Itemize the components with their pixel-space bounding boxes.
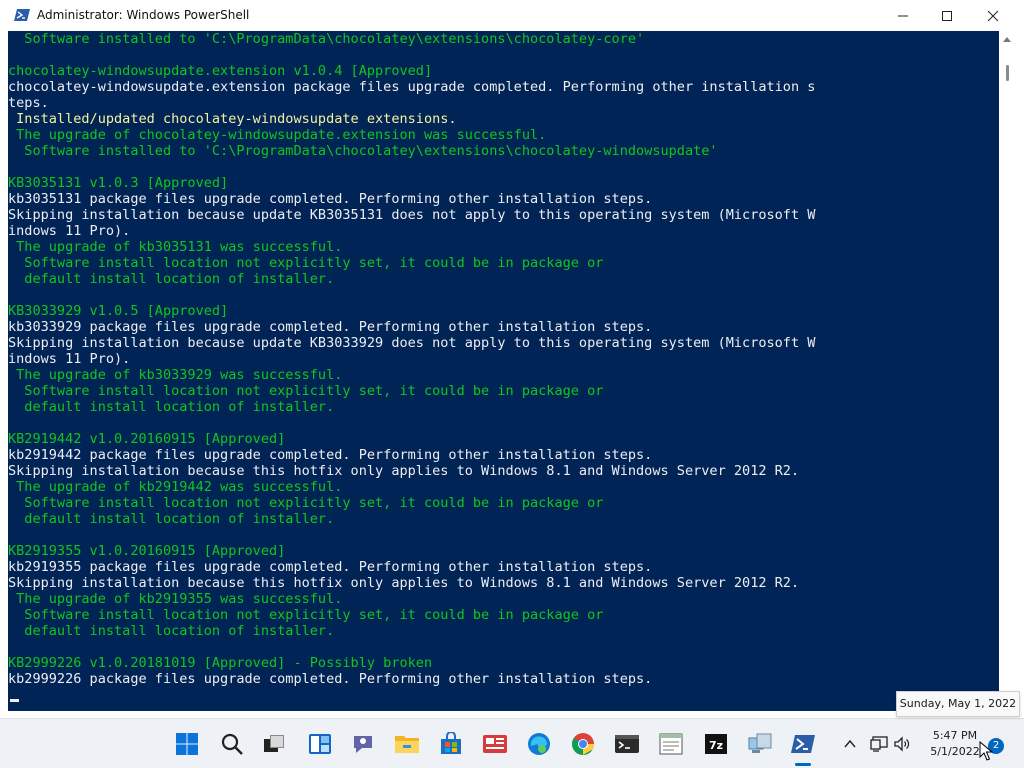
search-button[interactable]	[219, 731, 245, 757]
task-view-icon	[264, 735, 284, 752]
powershell-taskbar-button[interactable]	[790, 731, 816, 757]
edge-button[interactable]	[526, 731, 552, 757]
maximize-button[interactable]	[924, 0, 970, 31]
console-line: Skipping installation because this hotfi…	[8, 463, 800, 479]
file-explorer-icon	[395, 736, 419, 753]
vertical-scrollbar[interactable]	[999, 31, 1016, 711]
news-icon	[483, 735, 507, 753]
powershell-window: Administrator: Windows PowerShell Softwa…	[0, 0, 1024, 718]
console-line: Software install location not explicitly…	[8, 607, 604, 623]
minimize-icon	[898, 15, 908, 16]
title-bar[interactable]: Administrator: Windows PowerShell	[0, 0, 1024, 31]
active-app-indicator	[795, 763, 811, 766]
console-line: The upgrade of chocolatey-windowsupdate.…	[8, 127, 547, 143]
chevron-up-icon[interactable]	[842, 736, 858, 752]
console-line: Software installed to 'C:\ProgramData\ch…	[8, 31, 645, 47]
widgets-icon	[309, 734, 331, 754]
console-line: Installed/updated chocolatey-windowsupda…	[8, 111, 457, 127]
notepad-button[interactable]	[658, 731, 684, 757]
file-explorer-button[interactable]	[394, 731, 420, 757]
console-line: chocolatey-windowsupdate.extension v1.0.…	[8, 63, 433, 79]
console-line: kb3033929 package files upgrade complete…	[8, 319, 653, 335]
text-cursor	[10, 699, 19, 702]
powershell-icon	[14, 9, 30, 21]
search-icon	[221, 733, 243, 755]
7zip-button[interactable]: 7z	[703, 731, 729, 757]
news-button[interactable]	[482, 731, 508, 757]
powershell-icon	[791, 735, 815, 753]
volume-icon[interactable]	[893, 736, 911, 752]
svg-text:7z: 7z	[709, 739, 723, 752]
edge-icon	[528, 733, 550, 755]
microsoft-store-icon	[441, 732, 461, 754]
console-line: indows 11 Pro).	[8, 223, 131, 239]
console-line: Skipping installation because update KB3…	[8, 207, 816, 223]
start-button[interactable]	[174, 731, 200, 757]
date-tooltip: Sunday, May 1, 2022	[896, 691, 1020, 717]
console-line: Software install location not explicitly…	[8, 255, 604, 271]
console-line: Skipping installation because this hotfi…	[8, 575, 800, 591]
console-line: indows 11 Pro).	[8, 351, 131, 367]
console-line: Software install location not explicitly…	[8, 495, 604, 511]
console-line: The upgrade of kb3035131 was successful.	[8, 239, 343, 255]
chrome-icon	[572, 733, 594, 755]
mouse-cursor-icon	[979, 741, 993, 761]
window-title: Administrator: Windows PowerShell	[37, 8, 250, 22]
console-line: KB3035131 v1.0.3 [Approved]	[8, 175, 229, 191]
console-line: default install location of installer.	[8, 271, 335, 287]
console-line: Software install location not explicitly…	[8, 383, 604, 399]
minimize-button[interactable]	[880, 0, 926, 31]
microsoft-store-button[interactable]	[438, 731, 464, 757]
network-icon[interactable]	[870, 736, 888, 752]
terminal-button[interactable]	[614, 731, 640, 757]
chat-button[interactable]	[350, 731, 376, 757]
close-icon	[987, 10, 999, 21]
console-line: The upgrade of kb2919355 was successful.	[8, 591, 343, 607]
console-line: KB3033929 v1.0.5 [Approved]	[8, 303, 229, 319]
widgets-button[interactable]	[307, 731, 333, 757]
console-line: The upgrade of kb2919442 was successful.	[8, 479, 343, 495]
close-button[interactable]	[970, 0, 1016, 31]
console-line: default install location of installer.	[8, 623, 335, 639]
console-line: The upgrade of kb3033929 was successful.	[8, 367, 343, 383]
taskbar: 7z 5:47 PM 5/1/2022 2	[0, 718, 1024, 768]
console-line: default install location of installer.	[8, 399, 335, 415]
task-view-button[interactable]	[261, 731, 287, 757]
console-line: KB2999226 v1.0.20181019 [Approved] - Pos…	[8, 655, 433, 671]
console-line: kb2999226 package files upgrade complete…	[8, 671, 653, 687]
notepad-icon	[659, 733, 683, 755]
console-line: chocolatey-windowsupdate.extension packa…	[8, 79, 816, 95]
chrome-button[interactable]	[570, 731, 596, 757]
console-line: Software installed to 'C:\ProgramData\ch…	[8, 143, 718, 159]
scroll-up-arrow-icon[interactable]	[1003, 37, 1011, 42]
console-line: kb2919355 package files upgrade complete…	[8, 559, 653, 575]
console-line: KB2919355 v1.0.20160915 [Approved]	[8, 543, 286, 559]
7zip-icon: 7z	[705, 734, 727, 754]
terminal-icon	[615, 735, 639, 753]
console-lines: Software installed to 'C:\ProgramData\ch…	[8, 31, 999, 687]
console-line: teps.	[8, 95, 49, 111]
chat-icon	[354, 736, 372, 753]
scroll-thumb[interactable]	[1006, 65, 1009, 81]
console-line: kb2919442 package files upgrade complete…	[8, 447, 653, 463]
network-app-button[interactable]	[747, 731, 773, 757]
console-line: Skipping installation because update KB3…	[8, 335, 816, 351]
console-output[interactable]: Software installed to 'C:\ProgramData\ch…	[8, 31, 999, 711]
console-line: KB2919442 v1.0.20160915 [Approved]	[8, 431, 286, 447]
console-line: kb3035131 package files upgrade complete…	[8, 191, 653, 207]
console-line: default install location of installer.	[8, 511, 335, 527]
network-app-icon	[748, 733, 772, 753]
maximize-icon	[942, 10, 952, 21]
start-icon	[176, 733, 198, 755]
